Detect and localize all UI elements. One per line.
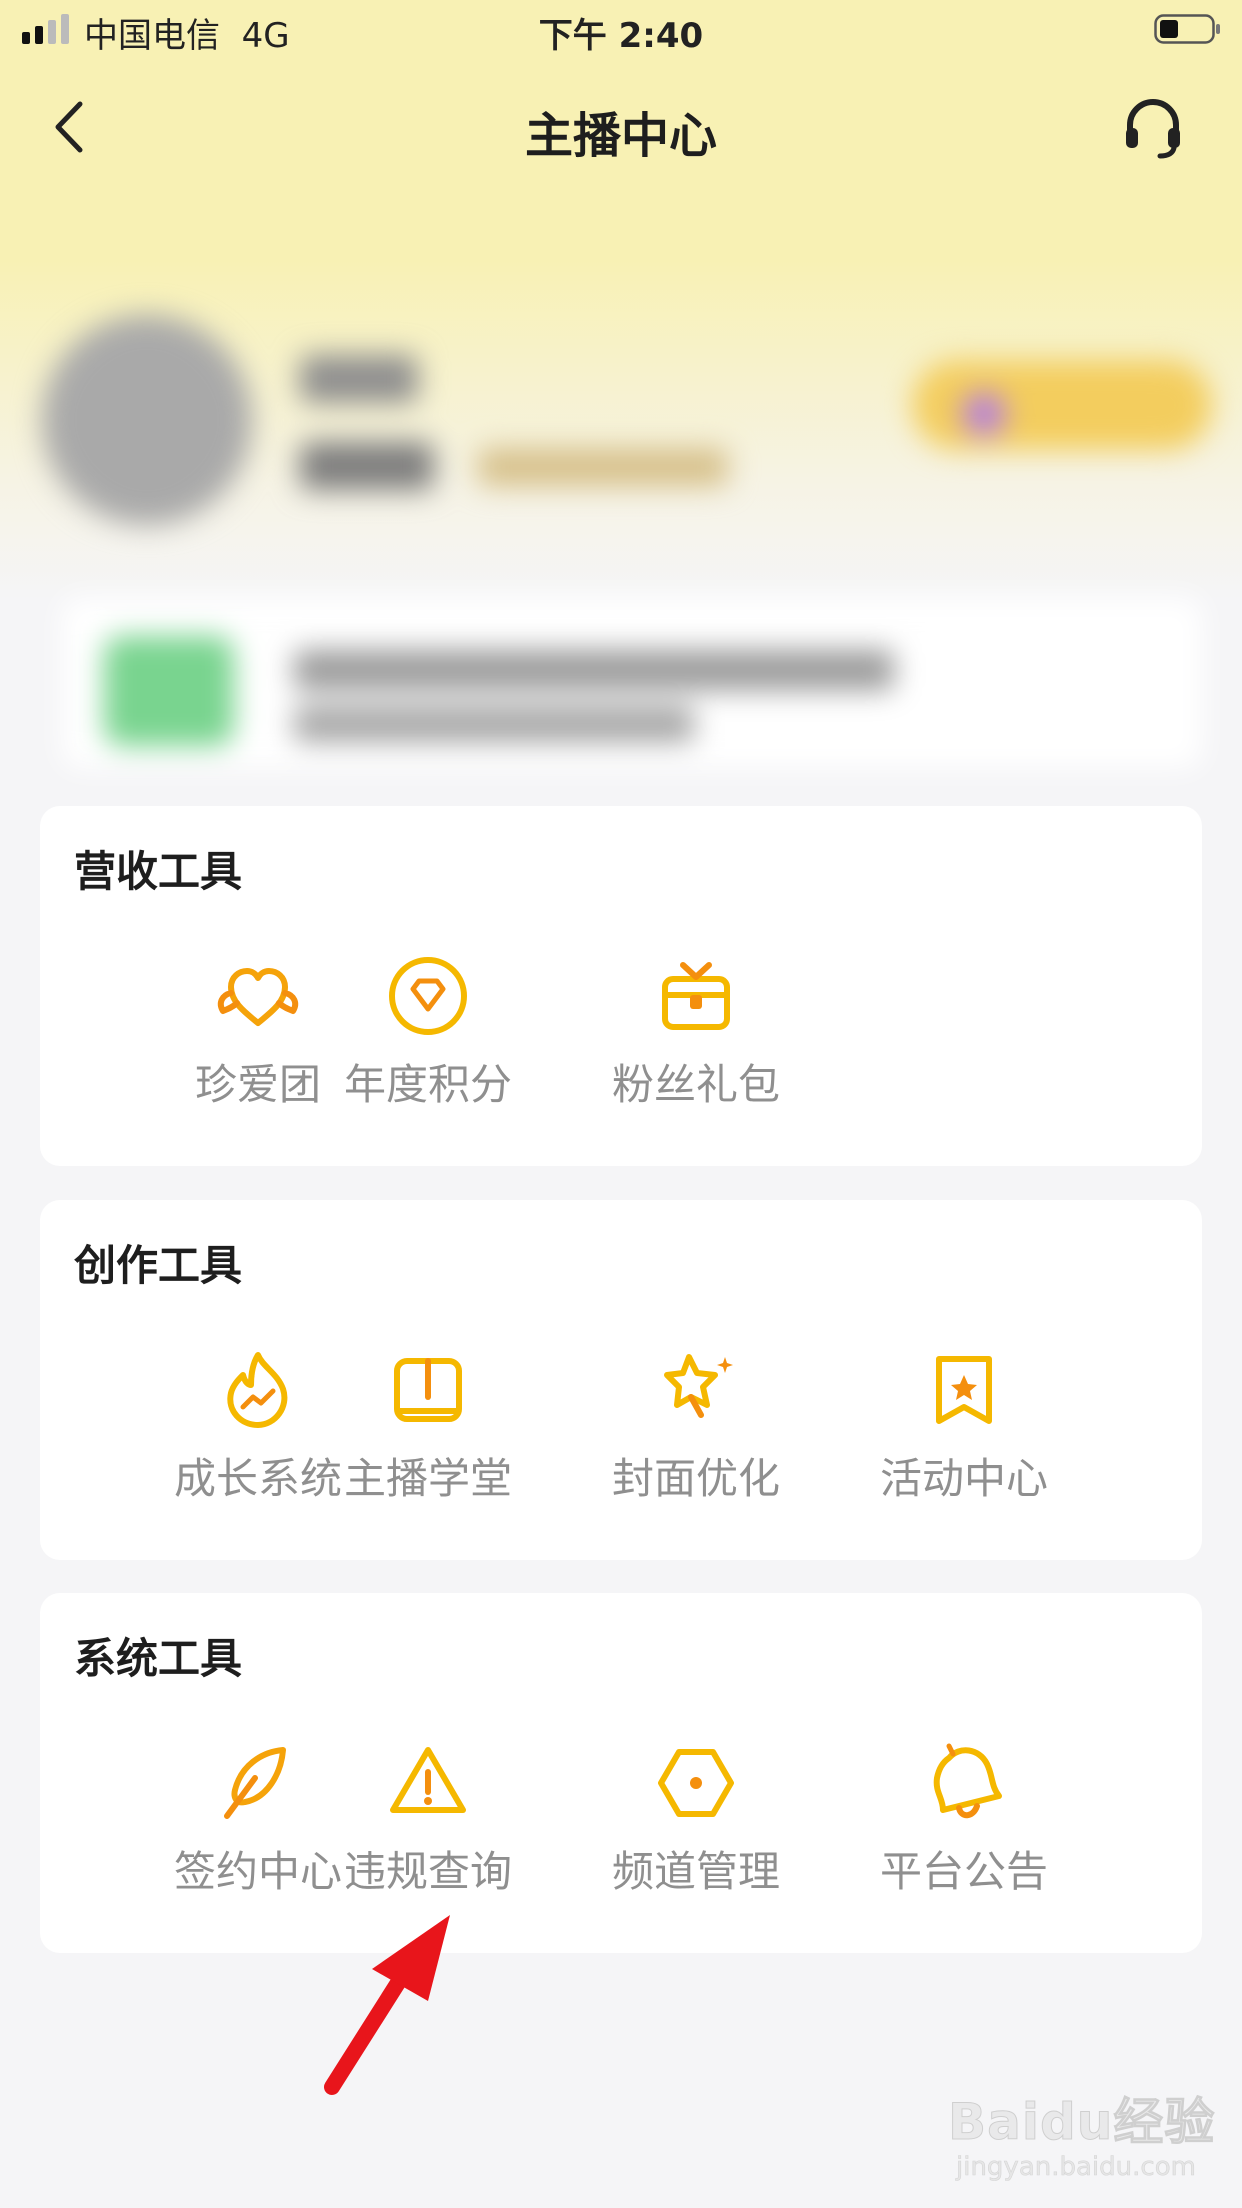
- tool-label: 年度积分: [343, 1060, 512, 1109]
- tool-annual-points[interactable]: 年度积分: [308, 951, 548, 1131]
- blurred-username: [300, 355, 418, 403]
- gift-box-icon: [662, 962, 730, 1030]
- blurred-level-badge[interactable]: [912, 360, 1212, 450]
- blurred-badge-icon: [962, 392, 1006, 436]
- watermark-url: jingyan.baidu.com: [956, 2152, 1197, 2183]
- avatar[interactable]: [42, 315, 252, 525]
- page-title: 主播中心: [524, 108, 717, 164]
- tool-anchor-academy[interactable]: 主播学堂: [308, 1345, 548, 1525]
- section-title: 创作工具: [74, 1241, 243, 1290]
- battery-icon: [1154, 14, 1220, 44]
- warning-triangle-icon: [390, 1747, 466, 1813]
- diamond-badge-icon: [389, 957, 467, 1035]
- tool-violation-query[interactable]: 违规查询: [308, 1738, 548, 1918]
- tool-label: 违规查询: [343, 1847, 512, 1896]
- magic-star-icon: [664, 1354, 733, 1418]
- blurred-user-meta: [300, 442, 434, 490]
- revenue-tools-card: 营收工具 珍爱团 年度积分 粉丝礼包: [40, 806, 1202, 1166]
- section-title: 系统工具: [74, 1634, 243, 1683]
- status-bar: 中国电信 4G 下午 2:40: [0, 0, 1242, 62]
- system-tools-card: 系统工具 签约中心 违规查询 频道管理 平台公告: [40, 1593, 1202, 1953]
- section-title: 营收工具: [74, 847, 243, 896]
- blurred-banner[interactable]: [62, 598, 1202, 768]
- heart-wings-icon: [217, 968, 299, 1026]
- tool-label: 封面优化: [611, 1454, 780, 1503]
- tool-channel-management[interactable]: 频道管理: [576, 1738, 816, 1918]
- feather-pen-icon: [224, 1747, 286, 1819]
- tool-cover-optimize[interactable]: 封面优化: [576, 1345, 816, 1525]
- tool-label: 主播学堂: [343, 1454, 512, 1503]
- creation-tools-card: 创作工具 成长系统 主播学堂 封面优化 活动中心: [40, 1200, 1202, 1560]
- tool-label: 活动中心: [879, 1454, 1048, 1503]
- blurred-user-tag: [478, 448, 728, 486]
- bookmark-star-icon: [936, 1356, 992, 1424]
- tool-label: 频道管理: [611, 1847, 780, 1896]
- hexagon-icon: [658, 1749, 734, 1817]
- tool-label: 粉丝礼包: [611, 1060, 780, 1109]
- tool-platform-notice[interactable]: 平台公告: [844, 1738, 1084, 1918]
- flame-trend-icon: [227, 1352, 288, 1428]
- tool-label: 平台公告: [879, 1847, 1048, 1896]
- book-icon: [394, 1358, 462, 1422]
- blurred-banner-subtext: [294, 706, 694, 742]
- baidu-watermark: Baidu经验 jingyan.baidu.com: [947, 2066, 1228, 2186]
- blurred-banner-icon: [104, 636, 234, 746]
- watermark-logo: Baidu经验: [947, 2093, 1216, 2152]
- blurred-banner-text: [294, 650, 894, 690]
- blurred-profile-area: [0, 280, 1242, 800]
- tool-event-center[interactable]: 活动中心: [844, 1345, 1084, 1525]
- tool-fan-gift-pack[interactable]: 粉丝礼包: [576, 951, 816, 1131]
- annotation-arrow-icon: [324, 1915, 450, 2095]
- headset-icon[interactable]: [1118, 92, 1188, 162]
- status-time: 下午 2:40: [538, 16, 704, 56]
- bell-icon: [933, 1743, 1002, 1819]
